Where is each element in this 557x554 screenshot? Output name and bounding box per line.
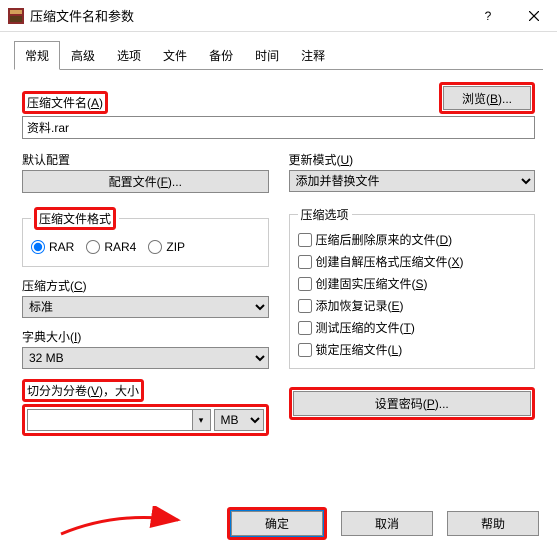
browse-button[interactable]: 浏览(B)... [443, 86, 531, 110]
options-legend: 压缩选项 [298, 206, 352, 223]
dialog-buttons: 确定 取消 帮助 [227, 507, 539, 540]
opt-sfx[interactable]: 创建自解压格式压缩文件(X) [298, 253, 527, 270]
dict-select[interactable]: 32 MB [22, 347, 269, 369]
profile-button[interactable]: 配置文件(F)... [22, 170, 269, 193]
help-button[interactable]: ? [465, 0, 511, 31]
split-label: 切分为分卷(V)，大小 [22, 379, 144, 402]
titlebar: 压缩文件名和参数 ? [0, 0, 557, 32]
help-button-bottom[interactable]: 帮助 [447, 511, 539, 536]
tab-backup[interactable]: 备份 [198, 41, 244, 70]
update-label: 更新模式(U) [289, 151, 354, 168]
profile-label: 默认配置 [22, 151, 70, 168]
app-icon [8, 8, 24, 24]
dropdown-icon[interactable]: ▾ [192, 410, 210, 430]
tab-files[interactable]: 文件 [152, 41, 198, 70]
split-unit-select[interactable]: MB [214, 409, 264, 431]
method-select[interactable]: 标准 [22, 296, 269, 318]
opt-test[interactable]: 测试压缩的文件(T) [298, 319, 527, 336]
format-legend: 压缩文件格式 [34, 207, 116, 230]
opt-solid[interactable]: 创建固实压缩文件(S) [298, 275, 527, 292]
close-button[interactable] [511, 0, 557, 31]
format-group: 压缩文件格式 RAR RAR4 ZIP [22, 207, 269, 267]
format-rar[interactable]: RAR [31, 240, 74, 254]
cancel-button[interactable]: 取消 [341, 511, 433, 536]
archive-name-input[interactable] [22, 116, 535, 139]
tab-comment[interactable]: 注释 [290, 41, 336, 70]
archive-name-label: 压缩文件名(A) [22, 91, 108, 114]
opt-lock[interactable]: 锁定压缩文件(L) [298, 341, 527, 358]
tab-general[interactable]: 常规 [14, 41, 60, 70]
ok-button[interactable]: 确定 [231, 511, 323, 536]
method-label: 压缩方式(C) [22, 277, 87, 294]
tab-advanced[interactable]: 高级 [60, 41, 106, 70]
split-size-input[interactable] [27, 409, 211, 431]
dict-label: 字典大小(I) [22, 328, 81, 345]
tab-time[interactable]: 时间 [244, 41, 290, 70]
window-title: 压缩文件名和参数 [30, 6, 465, 25]
password-button[interactable]: 设置密码(P)... [293, 391, 532, 416]
annotation-arrow [56, 506, 186, 542]
options-group: 压缩选项 压缩后删除原来的文件(D) 创建自解压格式压缩文件(X) 创建固实压缩… [289, 206, 536, 369]
update-select[interactable]: 添加并替换文件 [289, 170, 536, 192]
opt-delete[interactable]: 压缩后删除原来的文件(D) [298, 231, 527, 248]
opt-recovery[interactable]: 添加恢复记录(E) [298, 297, 527, 314]
tabs: 常规 高级 选项 文件 备份 时间 注释 [14, 40, 543, 70]
format-rar4[interactable]: RAR4 [86, 240, 136, 254]
format-zip[interactable]: ZIP [148, 240, 185, 254]
tab-options[interactable]: 选项 [106, 41, 152, 70]
